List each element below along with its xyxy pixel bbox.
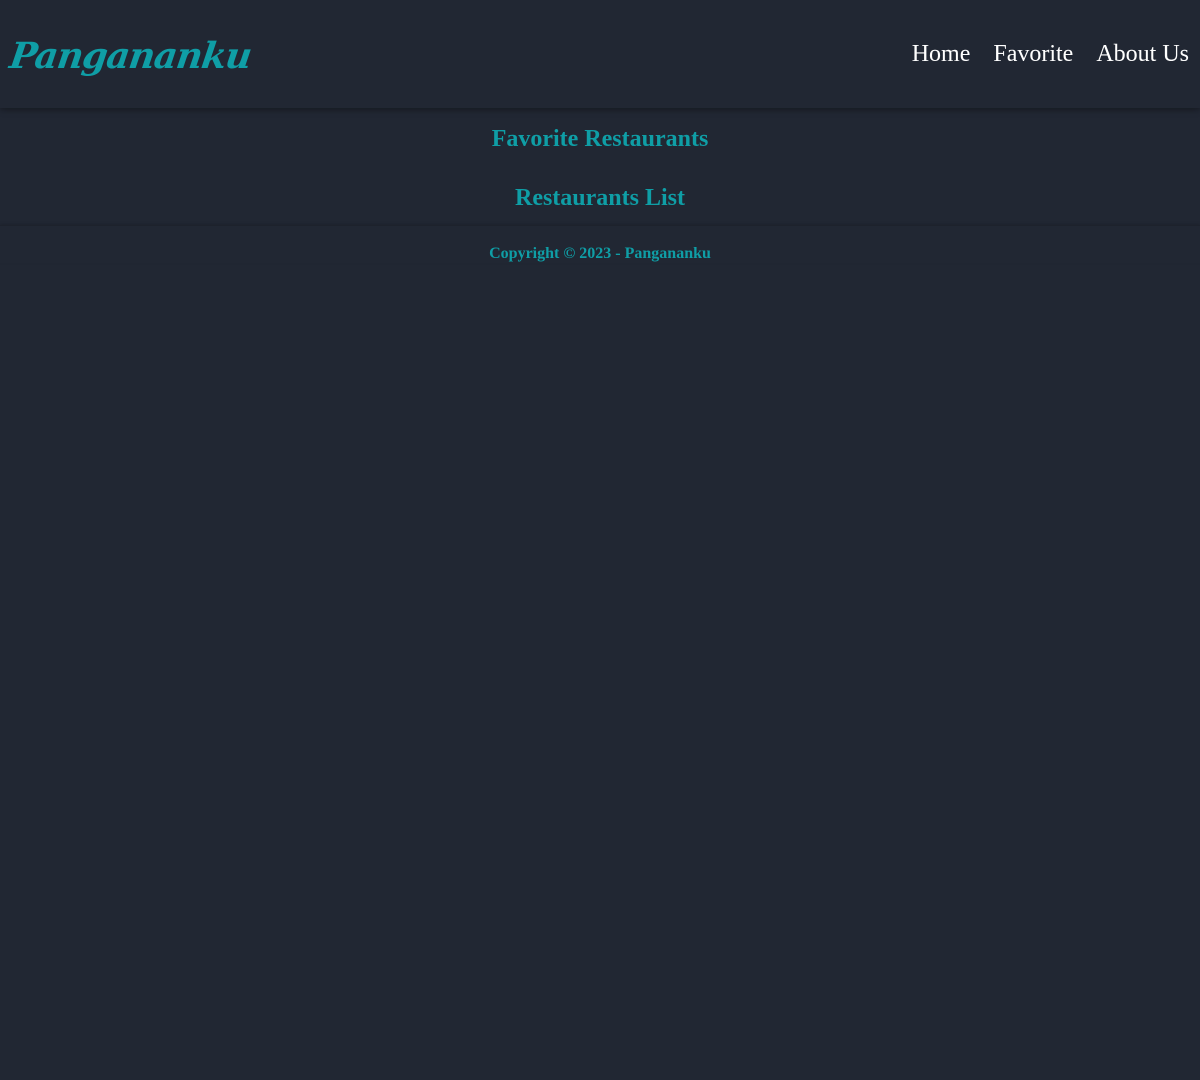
footer: Copyright © 2023 - Pangananku [0,225,1200,263]
favorite-restaurants-title: Favorite Restaurants [491,126,709,152]
nav-item-about-us[interactable]: About Us [1096,41,1189,68]
nav-item-favorite[interactable]: Favorite [993,41,1073,68]
brand-logo[interactable]: Pangananku [7,35,254,77]
main-content: Favorite Restaurants Restaurants List [0,108,1200,210]
main-nav: Home Favorite About Us [912,41,1189,68]
nav-item-home[interactable]: Home [912,41,971,68]
app-bar: Pangananku Home Favorite About Us [0,0,1200,108]
copyright-text: Copyright © 2023 - Pangananku [489,245,711,262]
restaurants-list-title: Restaurants List [514,185,685,211]
